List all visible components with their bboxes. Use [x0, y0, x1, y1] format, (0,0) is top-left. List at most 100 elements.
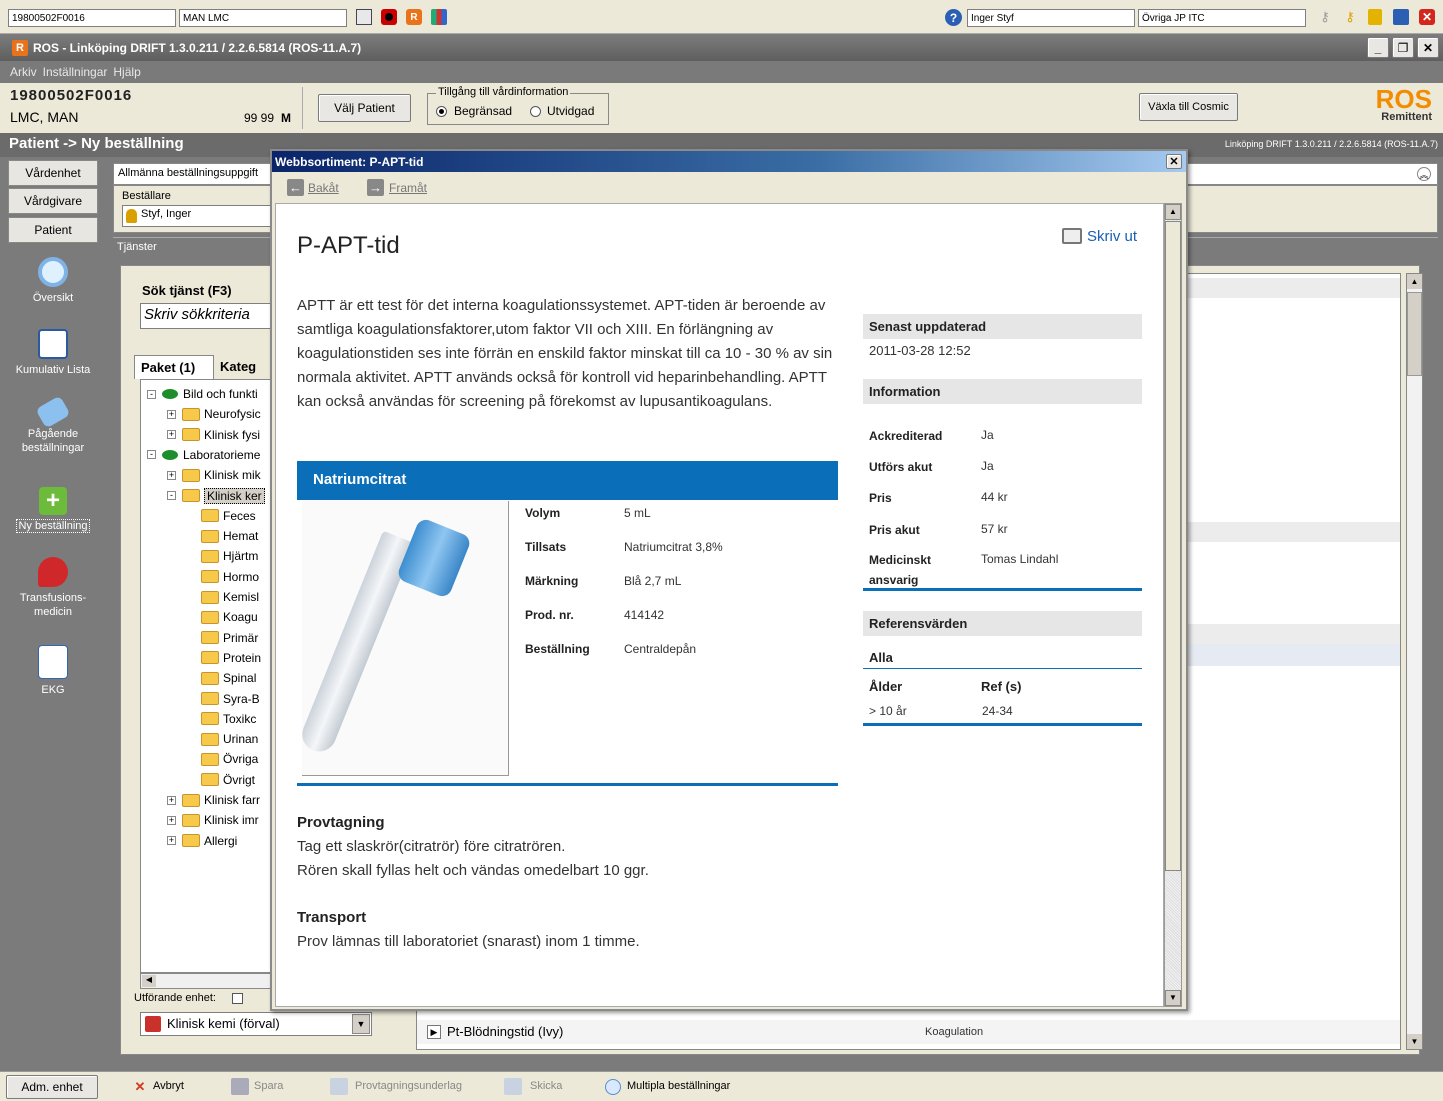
collapse-tree-icon[interactable]: -	[147, 389, 156, 399]
tree-item[interactable]: + Klinisk mik	[167, 465, 261, 485]
user-field[interactable]: Inger Styf	[967, 9, 1135, 27]
collapse-tree-icon[interactable]: -	[167, 491, 176, 500]
minimize-button[interactable]: _	[1367, 37, 1389, 58]
tree-hscroll[interactable]: ◀	[140, 973, 274, 989]
expand-icon[interactable]: +	[167, 795, 176, 805]
print-link[interactable]: Skriv ut	[1087, 228, 1137, 245]
lock-icon[interactable]	[1368, 9, 1382, 25]
expand-icon[interactable]: +	[167, 815, 176, 825]
close-button[interactable]: ✕	[1417, 37, 1439, 58]
multiple-orders-button[interactable]: Multipla beställningar	[627, 1080, 730, 1092]
save-icon[interactable]	[1393, 9, 1409, 25]
scroll-thumb[interactable]	[1407, 292, 1422, 376]
menu-hjalp[interactable]: Hjälp	[113, 65, 140, 79]
tab-kategori[interactable]: Kateg	[214, 355, 274, 379]
close-red-icon[interactable]: ✕	[1419, 9, 1435, 25]
tree-item[interactable]: Hjärtm	[201, 546, 258, 566]
tree-item[interactable]: + Klinisk imr	[167, 810, 259, 830]
tree-item[interactable]: Övriga	[201, 749, 258, 769]
tree-item[interactable]: + Neurofysic	[167, 404, 261, 424]
search-input[interactable]: Skriv sökkriteria	[140, 303, 274, 329]
menu-installningar[interactable]: Inställningar	[43, 65, 108, 79]
tree-item[interactable]: Kemisl	[201, 587, 259, 607]
tree-item[interactable]: Övrigt	[201, 770, 255, 790]
r-app-icon[interactable]: R	[406, 9, 422, 25]
scroll-up-icon[interactable]: ▲	[1407, 274, 1422, 289]
tree-item[interactable]: Koagu	[201, 607, 258, 627]
tree-item[interactable]: Protein	[201, 648, 261, 668]
card-icon[interactable]	[356, 9, 372, 25]
tree-item[interactable]: Syra-B	[201, 689, 260, 709]
sidebar-item-ekg[interactable]: EKG	[8, 645, 98, 697]
dialog-scroll-thumb[interactable]	[1165, 221, 1181, 871]
forward-arrow-icon[interactable]: →	[367, 179, 384, 196]
patient-name-field[interactable]: MAN LMC	[179, 9, 347, 27]
unit-field[interactable]: Övriga JP ITC	[1138, 9, 1306, 27]
dialog-scroll-up-icon[interactable]: ▲	[1165, 204, 1181, 220]
send-button[interactable]: Skicka	[530, 1080, 562, 1092]
adm-enhet-button[interactable]: Adm. enhet	[6, 1075, 98, 1099]
tree-item[interactable]: + Klinisk fysi	[167, 425, 260, 445]
tab-paket[interactable]: Paket (1)	[134, 355, 214, 379]
radio-extended[interactable]	[530, 106, 541, 117]
orderer-field[interactable]: Styf, Inger	[122, 205, 272, 227]
sidebar-btn-patient[interactable]: Patient	[8, 217, 98, 243]
printer-icon[interactable]	[1062, 228, 1082, 244]
record-icon[interactable]	[381, 9, 397, 25]
back-button[interactable]: Bakåt	[308, 181, 339, 195]
books-icon[interactable]	[431, 9, 447, 25]
general-tab[interactable]: Allmänna beställningsuppgift	[118, 167, 258, 179]
choose-patient-button[interactable]: Välj Patient	[318, 94, 411, 122]
key-gold-icon[interactable]: ⚷	[1342, 9, 1358, 25]
tree-item[interactable]: Spinal	[201, 668, 256, 688]
sidebar-item-pagaende[interactable]: Pågående beställningar	[8, 395, 98, 455]
sidebar-item-transfusion[interactable]: Transfusions-medicin	[8, 557, 98, 619]
cancel-button[interactable]: Avbryt	[153, 1080, 184, 1092]
table-row[interactable]: ▶ Pt-Blödningstid (Ivy) Koagulation	[417, 1020, 1400, 1044]
search-panel: Sök tjänst (F3) Skriv sökkriteria Paket …	[134, 275, 274, 1043]
tree-item[interactable]: - Laboratorieme	[147, 445, 260, 465]
tree-item[interactable]: Primär	[201, 628, 258, 648]
collapse-tree-icon[interactable]: -	[147, 450, 156, 460]
tree-item[interactable]: Hormo	[201, 567, 259, 587]
performing-select[interactable]: Klinisk kemi (förval) ▼	[140, 1012, 372, 1036]
sidebar-item-ny-bestallning[interactable]: + Ny beställning	[8, 487, 98, 533]
tree-item[interactable]: Hemat	[201, 526, 258, 546]
patient-id-field[interactable]: 19800502F0016	[8, 9, 176, 27]
performing-checkbox[interactable]	[232, 993, 243, 1004]
radio-limited[interactable]	[436, 106, 447, 117]
tree-item[interactable]: Toxikc	[201, 709, 256, 729]
sidebar-item-kumulativ[interactable]: Kumulativ Lista	[8, 329, 98, 377]
expand-icon[interactable]: ▶	[427, 1025, 441, 1039]
expand-icon[interactable]: +	[167, 470, 176, 480]
dialog-vscroll[interactable]: ▲ ▼	[1164, 203, 1182, 1007]
tree-item[interactable]: Urinan	[201, 729, 258, 749]
back-arrow-icon[interactable]: ←	[287, 179, 304, 196]
dialog-scroll-down-icon[interactable]: ▼	[1165, 990, 1181, 1006]
expand-icon[interactable]: +	[167, 836, 176, 846]
tree-item[interactable]: + Allergi	[167, 831, 237, 851]
sampling-doc-button[interactable]: Provtagningsunderlag	[355, 1080, 462, 1092]
tube-field-value: 414142	[624, 608, 665, 622]
dialog-close-button[interactable]: ✕	[1166, 154, 1182, 169]
sidebar-btn-vardgivare[interactable]: Vårdgivare	[8, 188, 98, 214]
expand-icon[interactable]: +	[167, 430, 176, 440]
expand-icon[interactable]: +	[167, 409, 176, 419]
scroll-down-icon[interactable]: ▼	[1407, 1034, 1422, 1049]
tree-item[interactable]: - Bild och funkti	[147, 384, 258, 404]
collapse-icon[interactable]: ︽	[1417, 167, 1431, 181]
tree-item[interactable]: + Klinisk farr	[167, 790, 260, 810]
forward-button[interactable]: Framåt	[389, 181, 427, 195]
switch-cosmic-button[interactable]: Växla till Cosmic	[1139, 93, 1238, 121]
menu-arkiv[interactable]: Arkiv	[10, 65, 37, 79]
help-icon[interactable]: ?	[945, 9, 962, 26]
restore-button[interactable]: ❐	[1392, 37, 1414, 58]
services-vscroll[interactable]: ▲ ▼	[1406, 273, 1423, 1050]
save-button[interactable]: Spara	[254, 1080, 283, 1092]
tree-item[interactable]: Feces	[201, 506, 256, 526]
sidebar-item-oversikt[interactable]: Översikt	[8, 257, 98, 305]
dropdown-arrow-icon[interactable]: ▼	[352, 1014, 370, 1034]
key-icon[interactable]: ⚷	[1317, 9, 1333, 25]
tree-item[interactable]: - Klinisk ker	[167, 486, 265, 506]
sidebar-btn-vardenhet[interactable]: Vårdenhet	[8, 160, 98, 186]
